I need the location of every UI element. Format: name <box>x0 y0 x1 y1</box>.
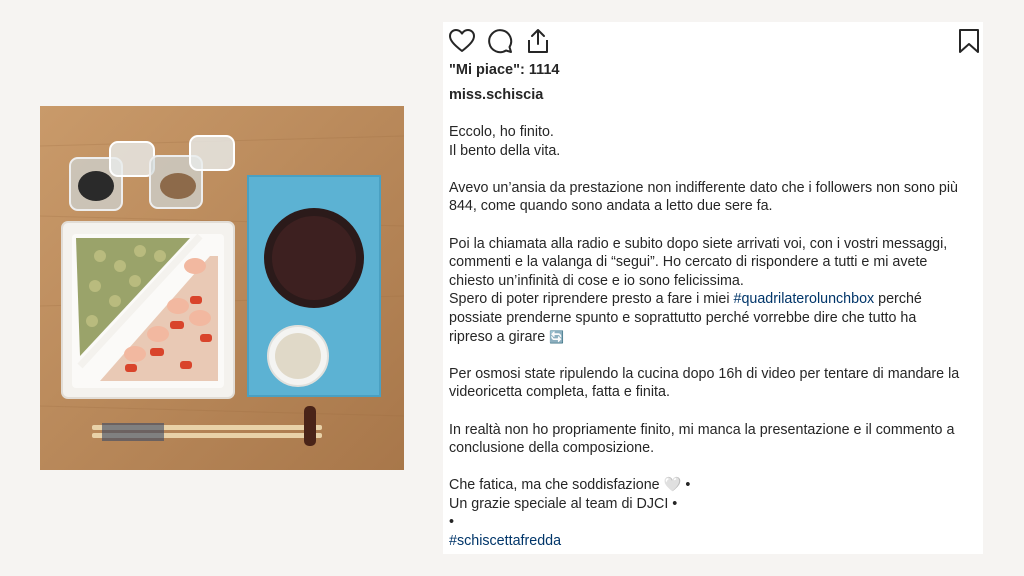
caption-line: commenti e la valanga di “segui”. Ho cer… <box>449 254 928 271</box>
caption-line: Spero di poter riprendere presto a fare … <box>449 290 985 309</box>
share-icon <box>528 29 548 53</box>
caption-line: videoricetta completa, fatta e finita. <box>449 384 670 401</box>
repeat-emoji-icon: 🔄 <box>549 329 565 344</box>
bookmark-icon <box>959 29 979 53</box>
caption-line: Per osmosi state ripulendo la cucina dop… <box>449 365 960 382</box>
post-details-panel: "Mi piace": 1114 miss.schiscia Eccolo, h… <box>443 22 983 554</box>
comment-button[interactable] <box>486 27 514 55</box>
caption-line: ripreso a girare 🔄 <box>449 328 985 347</box>
caption-line: Poi la chiamata alla radio e subito dopo… <box>449 235 948 252</box>
post-actions <box>448 27 552 55</box>
caption-text: perché <box>874 291 922 308</box>
caption-line: chiesto un’infinità di cose e io sono fe… <box>449 272 744 289</box>
caption-line: Che fatica, ma che soddisfazione 🤍 • <box>449 477 691 494</box>
caption-line: • <box>449 514 455 531</box>
post-caption: Eccolo, ho finito. Il bento della vita. … <box>449 123 985 551</box>
caption-text: Spero di poter riprendere presto a fare … <box>449 291 734 308</box>
caption-line: Il bento della vita. <box>449 142 561 159</box>
caption-text: ripreso a girare <box>449 328 546 345</box>
comment-icon <box>488 29 513 54</box>
caption-line: conclusione della composizione. <box>449 440 655 457</box>
heart-icon <box>449 29 475 52</box>
caption-line: 844, come quando sono andata a letto due… <box>449 198 773 215</box>
caption-line: Un grazie speciale al team di DJCI • <box>449 495 678 512</box>
caption-line: Eccolo, ho finito. <box>449 124 554 140</box>
caption-line: #schiscettafredda <box>449 532 985 551</box>
post-photo[interactable] <box>40 106 404 470</box>
caption-line: Avevo un’ansia da prestazione non indiff… <box>449 179 958 196</box>
hashtag-link[interactable]: #quadrilaterolunchbox <box>734 291 875 307</box>
caption-line: In realtà non ho propriamente finito, mi… <box>449 421 955 438</box>
username-link[interactable]: miss.schiscia <box>449 87 543 103</box>
share-button[interactable] <box>524 27 552 55</box>
like-button[interactable] <box>448 27 476 55</box>
save-button[interactable] <box>955 27 983 55</box>
hashtag-link[interactable]: #schiscettafredda <box>449 533 561 549</box>
caption-line: possiate prenderne spunto e soprattutto … <box>449 309 917 326</box>
like-count[interactable]: "Mi piace": 1114 <box>449 62 559 78</box>
bento-photo-illustration <box>40 106 404 470</box>
